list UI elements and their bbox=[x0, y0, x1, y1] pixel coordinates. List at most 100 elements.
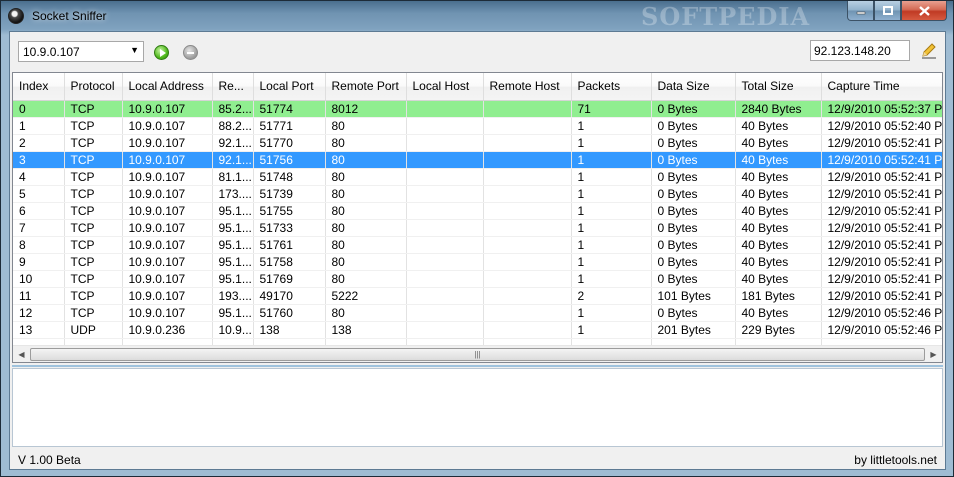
table-cell bbox=[406, 100, 484, 118]
table-cell bbox=[64, 338, 123, 345]
maximize-button[interactable] bbox=[874, 1, 901, 21]
title-bar[interactable]: Socket Sniffer SOFTPEDIA bbox=[1, 1, 953, 31]
column-header-8[interactable]: Packets bbox=[571, 73, 652, 101]
table-cell bbox=[483, 338, 572, 345]
table-row[interactable]: 4 TCP 10.9.0.107 81.1... 51748 80 1 0 Bytes 40 B… bbox=[13, 168, 942, 186]
table-cell: 0 Bytes bbox=[651, 117, 736, 135]
table-cell: TCP bbox=[64, 236, 123, 254]
column-header-2[interactable]: Local Address bbox=[122, 73, 213, 101]
table-cell: 10.9.0.107 bbox=[122, 287, 213, 305]
table-row[interactable]: 6 TCP 10.9.0.107 95.1... 51755 80 1 0 Bytes 40 B… bbox=[13, 202, 942, 220]
table-cell: 1 bbox=[571, 304, 652, 322]
table-cell: 0 Bytes bbox=[651, 219, 736, 237]
table-cell: 11 bbox=[13, 287, 65, 305]
table-cell bbox=[406, 253, 484, 271]
table-cell bbox=[483, 321, 572, 339]
table-cell: 101 Bytes bbox=[651, 287, 736, 305]
table-cell bbox=[483, 100, 572, 118]
column-header-11[interactable]: Capture Time bbox=[821, 73, 942, 101]
table-row[interactable]: 13 UDP 10.9.0.236 10.9... 138 138 1 201 Bytes 22… bbox=[13, 321, 942, 339]
main-window: Socket Sniffer SOFTPEDIA 10.9.0.107 ▼ 92… bbox=[0, 0, 954, 477]
credit-link[interactable]: by littletools.net bbox=[854, 453, 937, 467]
table-cell: 7 bbox=[13, 219, 65, 237]
table-row[interactable]: 8 TCP 10.9.0.107 95.1... 51761 80 1 0 Bytes 40 B… bbox=[13, 236, 942, 254]
table-row[interactable]: 2 TCP 10.9.0.107 92.1... 51770 80 1 0 Bytes 40 B… bbox=[13, 134, 942, 152]
table-cell: 1 bbox=[571, 270, 652, 288]
scrollbar-thumb[interactable]: ||| bbox=[30, 348, 925, 361]
interface-select[interactable]: 10.9.0.107 ▼ bbox=[18, 41, 144, 62]
column-header-6[interactable]: Local Host bbox=[406, 73, 484, 101]
panel-splitter[interactable] bbox=[12, 365, 943, 367]
table-cell: 1 bbox=[571, 117, 652, 135]
edit-pencil-icon[interactable] bbox=[920, 42, 938, 60]
table-row[interactable]: 11 TCP 10.9.0.107 193.... 49170 5222 2 101 Byte… bbox=[13, 287, 942, 305]
table-cell: 1 bbox=[571, 168, 652, 186]
table-row[interactable]: 10 TCP 10.9.0.107 95.1... 51769 80 1 0 Bytes 40 … bbox=[13, 270, 942, 288]
horizontal-scrollbar[interactable]: ◀ ||| ▶ bbox=[13, 345, 942, 362]
table-cell: 10.9.0.107 bbox=[122, 168, 213, 186]
table-cell: 95.1... bbox=[212, 219, 254, 237]
table-cell: 92.1... bbox=[212, 134, 254, 152]
table-cell: 12/9/2010 05:52:46 PM bbox=[821, 304, 942, 322]
table-cell: 12/9/2010 05:52:41 PM bbox=[821, 168, 942, 186]
table-row[interactable]: 1 TCP 10.9.0.107 88.2... 51771 80 1 0 Bytes 40 B… bbox=[13, 117, 942, 135]
minimize-icon bbox=[856, 11, 865, 14]
table-cell bbox=[406, 321, 484, 339]
column-header-1[interactable]: Protocol bbox=[64, 73, 123, 101]
table-cell: TCP bbox=[64, 185, 123, 203]
table-cell: 95.1... bbox=[212, 253, 254, 271]
table-cell: 10.9.0.107 bbox=[122, 270, 213, 288]
table-row[interactable]: 7 TCP 10.9.0.107 95.1... 51733 80 1 0 Bytes 40 B… bbox=[13, 219, 942, 237]
app-icon[interactable] bbox=[8, 8, 24, 24]
column-header-5[interactable]: Remote Port bbox=[325, 73, 407, 101]
table-cell: 0 Bytes bbox=[651, 185, 736, 203]
table-cell bbox=[483, 151, 572, 169]
table-cell: 10.9.0.107 bbox=[122, 202, 213, 220]
column-header-9[interactable]: Data Size bbox=[651, 73, 736, 101]
table-cell: 0 bbox=[13, 100, 65, 118]
table-cell: 8012 bbox=[325, 100, 407, 118]
table-cell: 2 bbox=[13, 134, 65, 152]
column-header-4[interactable]: Local Port bbox=[253, 73, 326, 101]
minimize-button[interactable] bbox=[847, 1, 874, 21]
table-row[interactable]: 0 TCP 10.9.0.107 85.2... 51774 8012 71 0 Bytes 2… bbox=[13, 100, 942, 118]
column-header-7[interactable]: Remote Host bbox=[483, 73, 572, 101]
column-header-0[interactable]: Index bbox=[13, 73, 65, 101]
table-row[interactable]: 12 TCP 10.9.0.107 95.1... 51760 80 1 0 Bytes 40 … bbox=[13, 304, 942, 322]
table-cell bbox=[483, 304, 572, 322]
watermark-text: SOFTPEDIA bbox=[641, 2, 811, 31]
packet-grid-viewport[interactable]: Index Protocol Local Address Re... Local Por… bbox=[13, 73, 942, 345]
table-cell: 10.9.0.107 bbox=[122, 134, 213, 152]
table-row[interactable]: 3 TCP 10.9.0.107 92.1... 51756 80 1 0 Bytes 40 B… bbox=[13, 151, 942, 169]
table-cell: TCP bbox=[64, 202, 123, 220]
table-cell: 92.1... bbox=[212, 151, 254, 169]
scroll-right-icon[interactable]: ▶ bbox=[925, 346, 942, 363]
scroll-left-icon[interactable]: ◀ bbox=[13, 346, 30, 363]
table-cell: 1 bbox=[571, 219, 652, 237]
close-button[interactable] bbox=[901, 1, 947, 21]
table-cell: TCP bbox=[64, 219, 123, 237]
table-cell: 12/9/2010 05:52:41 PM bbox=[821, 219, 942, 237]
table-cell: 12/9/2010 05:52:46 PM bbox=[821, 321, 942, 339]
maximize-icon bbox=[882, 5, 893, 15]
column-header-3[interactable]: Re... bbox=[212, 73, 254, 101]
packet-detail-panel[interactable] bbox=[12, 368, 943, 447]
table-cell: 1 bbox=[571, 321, 652, 339]
column-header-10[interactable]: Total Size bbox=[735, 73, 822, 101]
table-cell bbox=[406, 236, 484, 254]
table-cell: 3 bbox=[13, 151, 65, 169]
stop-capture-icon[interactable] bbox=[183, 45, 198, 60]
table-cell bbox=[406, 219, 484, 237]
table-cell bbox=[406, 338, 484, 345]
table-cell: 12/9/2010 05:52:41 PM bbox=[821, 202, 942, 220]
table-cell: UDP bbox=[64, 321, 123, 339]
table-cell: 10.9.0.107 bbox=[122, 100, 213, 118]
table-cell: 51771 bbox=[253, 117, 326, 135]
client-area: 10.9.0.107 ▼ IndexProtoco bbox=[9, 31, 946, 470]
filter-ip-input[interactable] bbox=[810, 40, 910, 61]
table-cell: 10.9.0.107 bbox=[122, 117, 213, 135]
table-cell: 51758 bbox=[253, 253, 326, 271]
table-row[interactable]: 9 TCP 10.9.0.107 95.1... 51758 80 1 0 Bytes 40 B… bbox=[13, 253, 942, 271]
start-capture-icon[interactable] bbox=[154, 45, 169, 60]
table-row[interactable]: 5 TCP 10.9.0.107 173.... 51739 80 1 0 Bytes 40 B… bbox=[13, 185, 942, 203]
